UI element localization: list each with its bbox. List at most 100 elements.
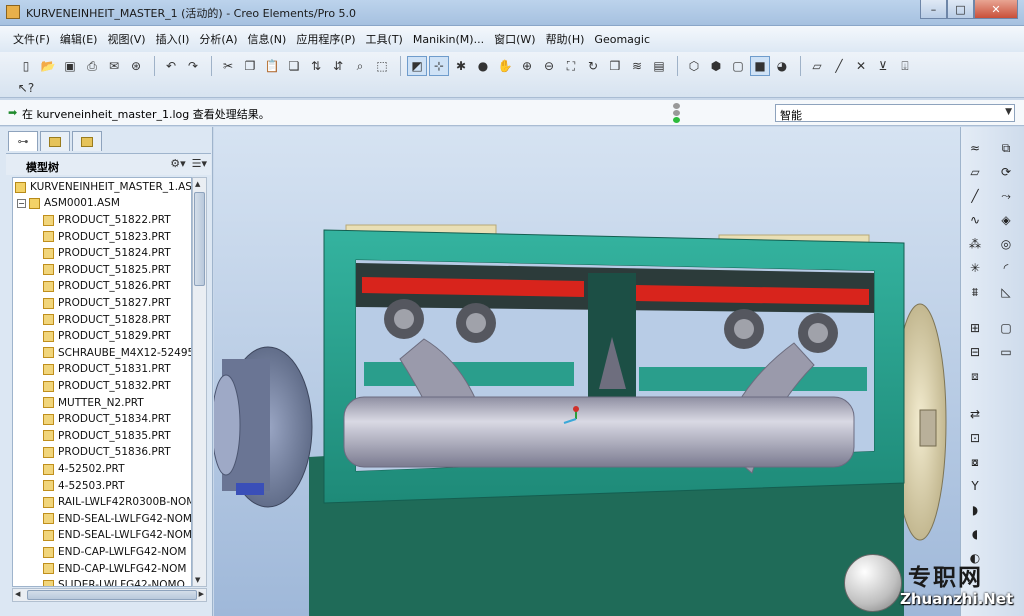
tree-item[interactable]: SCHRAUBE_M4X12-52495 [43,345,191,361]
print-icon[interactable]: ⎙ [82,56,102,76]
open-folder-icon[interactable]: 📂 [38,56,58,76]
tree-columns-icon[interactable]: ☰▾ [192,157,207,170]
sketch-icon[interactable]: ≈ [964,137,986,159]
menu-applications[interactable]: 应用程序(P) [291,31,360,47]
undo-icon[interactable]: ↶ [161,56,181,76]
datum-curve-icon[interactable]: ∿ [964,209,986,231]
rib-icon[interactable]: ▭ [995,341,1017,363]
csys-toggle-icon[interactable]: ⊻ [873,56,893,76]
save-icon[interactable]: ▣ [60,56,80,76]
shaded-icon[interactable]: ■ [750,56,770,76]
new-file-icon[interactable]: ▯ [16,56,36,76]
merge-icon[interactable]: ⧇ [964,451,986,473]
tree-item[interactable]: PRODUCT_51822.PRT [43,212,171,228]
csys-icon[interactable]: ✳ [964,257,986,279]
scroll-left-icon[interactable]: ◀ [15,590,20,598]
menu-edit[interactable]: 编辑(E) [55,31,103,47]
tree-item[interactable]: END-SEAL-LWLFG42-NOM [43,527,191,543]
tree-item[interactable]: PRODUCT_51835.PRT [43,428,171,444]
menu-manikin[interactable]: Manikin(M)... [408,33,489,46]
menu-window[interactable]: 窗口(W) [489,31,540,47]
tree-item[interactable]: SLIDER-LWLFG42-NOMO [43,577,185,586]
offset-icon[interactable]: ◗ [964,499,986,521]
menu-help[interactable]: 帮助(H) [541,31,590,47]
tree-item[interactable]: RAIL-LWLF42R0300B-NOM [43,494,191,510]
paste-icon[interactable]: 📋 [262,56,282,76]
tree-subassembly[interactable]: − ASM0001.ASM [17,195,120,211]
pan-icon[interactable]: ✋ [495,56,515,76]
datum-point-toggle-icon[interactable]: ✕ [851,56,871,76]
datum-point-icon[interactable]: ⁂ [964,233,986,255]
reorient-icon[interactable]: ↻ [583,56,603,76]
refit-icon[interactable]: ⛶ [561,56,581,76]
round-icon[interactable]: ◜ [995,257,1017,279]
create-component-icon[interactable]: ⊟ [964,341,986,363]
tree-item[interactable]: 4-52502.PRT [43,461,125,477]
trim-icon[interactable]: Y [964,475,986,497]
datum-plane-icon[interactable]: ▱ [964,161,986,183]
extrude-icon[interactable]: ⧉ [995,137,1017,159]
scroll-down-icon[interactable]: ▼ [195,576,200,584]
copy-icon[interactable]: ❐ [240,56,260,76]
tree-horizontal-scrollbar[interactable]: ◀ ▶ [12,588,207,602]
tree-item[interactable]: PRODUCT_51825.PRT [43,262,171,278]
tree-item[interactable]: PRODUCT_51829.PRT [43,328,171,344]
regen-manager-icon[interactable]: ⇵ [328,56,348,76]
zoom-in-icon[interactable]: ⊕ [517,56,537,76]
email-icon[interactable]: ✉ [104,56,124,76]
tree-item[interactable]: PRODUCT_51824.PRT [43,245,171,261]
datum-planes-icon[interactable]: ◩ [407,56,427,76]
zoom-out-icon[interactable]: ⊖ [539,56,559,76]
tree-item[interactable]: END-SEAL-LWLFG42-NOM [43,511,191,527]
analysis-icon[interactable]: ⩩ [964,281,986,303]
tab-favorites[interactable] [72,131,102,151]
cut-icon[interactable]: ✂ [218,56,238,76]
saved-views-icon[interactable]: ❒ [605,56,625,76]
datum-plane-toggle-icon[interactable]: ▱ [807,56,827,76]
tree-item[interactable]: 4-52503.PRT [43,478,125,494]
menu-insert[interactable]: 插入(I) [151,31,195,47]
maximize-button[interactable]: □ [947,0,974,19]
tree-item[interactable]: PRODUCT_51823.PRT [43,229,171,245]
tree-item[interactable]: MUTTER_N2.PRT [43,395,144,411]
package-icon[interactable]: ⧈ [964,365,986,387]
annotation-toggle-icon[interactable]: ⍗ [895,56,915,76]
context-help-icon[interactable]: ↖? [16,78,36,98]
menu-view[interactable]: 视图(V) [102,31,150,47]
find-icon[interactable]: ⌕ [350,56,370,76]
menu-info[interactable]: 信息(N) [243,31,292,47]
thicken-icon[interactable]: ◖ [964,523,986,545]
scroll-thumb[interactable] [194,192,205,286]
scroll-right-icon[interactable]: ▶ [199,590,204,598]
paste-special-icon[interactable]: ❏ [284,56,304,76]
tree-item[interactable]: PRODUCT_51826.PRT [43,278,171,294]
chevron-down-icon[interactable]: ▼ [1005,107,1012,117]
regenerate-icon[interactable]: ⇅ [306,56,326,76]
wireframe-icon[interactable]: ⬡ [684,56,704,76]
assemble-icon[interactable]: ⊞ [964,317,986,339]
tree-item[interactable]: PRODUCT_51827.PRT [43,295,171,311]
tree-item[interactable]: END-CAP-LWLFG42-NOM [43,544,186,560]
tree-root[interactable]: KURVENEINHEIT_MASTER_1.ASM [15,179,191,195]
datum-axes-icon[interactable]: ⊹ [429,56,449,76]
tree-settings-icon[interactable]: ⚙▾ [170,157,185,170]
shell-icon[interactable]: ▢ [995,317,1017,339]
send-icon[interactable]: ⊛ [126,56,146,76]
tab-folder-browser[interactable] [40,131,70,151]
scroll-up-icon[interactable]: ▲ [195,180,200,188]
tree-item[interactable]: PRODUCT_51836.PRT [43,444,171,460]
revolve-icon[interactable]: ⟳ [995,161,1017,183]
tree-vertical-scrollbar[interactable]: ▲ ▼ [192,177,207,587]
menu-file[interactable]: 文件(F) [8,31,55,47]
datum-axis-icon[interactable]: ╱ [964,185,986,207]
tree-item[interactable]: PRODUCT_51832.PRT [43,378,171,394]
minimize-button[interactable]: – [920,0,947,19]
redo-icon[interactable]: ↷ [183,56,203,76]
selection-filter[interactable]: 智能 ▼ [775,104,1015,122]
hidden-line-icon[interactable]: ⬢ [706,56,726,76]
spin-center-icon[interactable]: ✱ [451,56,471,76]
enhanced-realism-icon[interactable]: ◕ [772,56,792,76]
tree-item[interactable]: PRODUCT_51834.PRT [43,411,171,427]
graphics-viewport[interactable] [214,127,960,616]
datum-axis-toggle-icon[interactable]: ╱ [829,56,849,76]
